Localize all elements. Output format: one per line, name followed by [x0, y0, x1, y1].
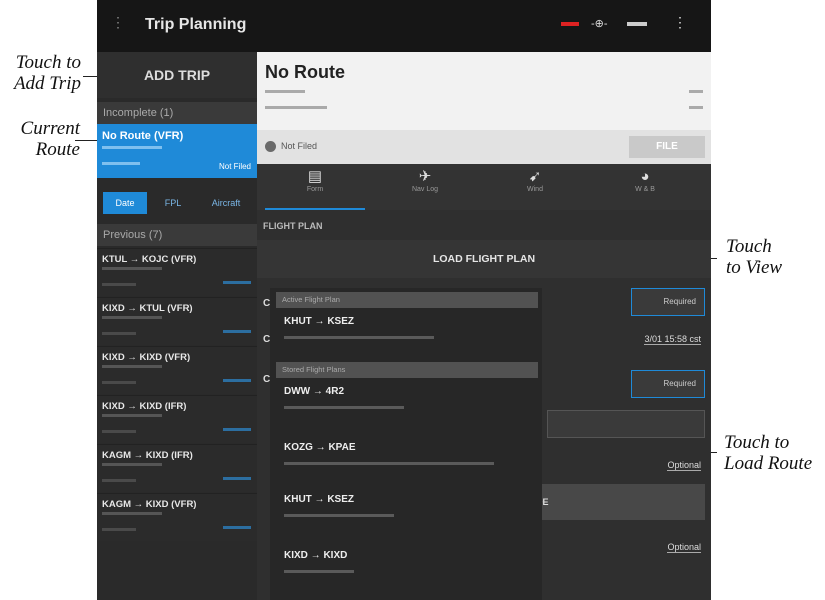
- tab-wind[interactable]: ➹ Wind: [485, 168, 585, 206]
- tab-fpl[interactable]: FPL: [151, 192, 195, 214]
- distance-label: [265, 90, 305, 93]
- filed-status: Not Filed: [281, 141, 318, 151]
- optional-link[interactable]: Optional: [667, 542, 701, 553]
- eta-value: [689, 106, 703, 109]
- form-field[interactable]: Required: [631, 370, 705, 398]
- optional-link[interactable]: Optional: [667, 460, 701, 471]
- list-item[interactable]: DWW → 4R2: [276, 380, 538, 426]
- overflow-menu-icon[interactable]: ⋮: [673, 14, 687, 31]
- current-route-status: Not Filed: [218, 162, 251, 171]
- load-route-callout: Touch to Load Route: [724, 432, 813, 474]
- route-detail-line: [102, 146, 162, 149]
- menu-icon[interactable]: ⋮: [111, 14, 125, 34]
- stored-plans-heading: Stored Flight Plans: [276, 362, 538, 378]
- trip-sidebar: ADD TRIP Incomplete (1) No Route (VFR) N…: [97, 52, 257, 600]
- list-item[interactable]: KIXD → KIXD (IFR): [97, 395, 257, 443]
- not-filed-icon: [265, 141, 276, 152]
- active-plan-heading: Active Flight Plan: [276, 292, 538, 308]
- top-bar: ⋮ Trip Planning -⊕- ⋮: [97, 0, 711, 52]
- airport-icon[interactable]: -⊕-: [591, 17, 608, 30]
- current-route-leader: [75, 140, 99, 141]
- form-field[interactable]: Required: [631, 288, 705, 316]
- add-trip-callout: Touch to Add Trip: [13, 52, 81, 94]
- load-flight-plan-button[interactable]: LOAD FLIGHT PLAN: [257, 240, 711, 278]
- nav-log-icon: ✈: [418, 168, 432, 185]
- list-item[interactable]: KHUT → KSEZ: [276, 488, 538, 534]
- trip-planning-app: ⋮ Trip Planning -⊕- ⋮ ADD TRIP Incomplet…: [97, 0, 711, 600]
- flight-plan-heading: FLIGHT PLAN: [263, 221, 323, 231]
- tab-aircraft[interactable]: Aircraft: [199, 192, 253, 214]
- list-item[interactable]: KAGM → KIXD (IFR): [97, 444, 257, 492]
- list-item[interactable]: KHUT → KSEZ: [276, 310, 538, 356]
- filing-status-bar: Not Filed FILE: [257, 130, 711, 164]
- wind-icon: ➹: [528, 168, 542, 185]
- tab-nav-log[interactable]: ✈ Nav Log: [375, 168, 475, 206]
- departure-time-link[interactable]: 3/01 15:58 cst: [644, 334, 701, 345]
- file-button[interactable]: FILE: [629, 136, 705, 158]
- aside-box[interactable]: ASIDE: [515, 484, 705, 520]
- add-trip-button[interactable]: ADD TRIP: [97, 52, 257, 98]
- route-title: No Route: [265, 62, 345, 82]
- tab-form[interactable]: ▤ Form: [265, 168, 365, 210]
- route-detail-line: [102, 162, 140, 165]
- ete-value: [689, 90, 703, 93]
- view-callout: Touch to View: [726, 236, 783, 278]
- trip-detail-panel: No Route Not Filed FILE ▤ Form ✈ Nav Log…: [257, 52, 711, 600]
- sync-status-icon[interactable]: [627, 22, 647, 26]
- flight-plan-icon: ▤: [307, 168, 323, 185]
- list-item[interactable]: KTUL → KOJC (VFR): [97, 248, 257, 296]
- tab-date[interactable]: Date: [103, 192, 147, 214]
- red-indicator-icon[interactable]: [561, 22, 579, 26]
- sort-tabs: Date FPL Aircraft: [97, 188, 257, 218]
- list-item[interactable]: KIXD → KIXD: [276, 544, 538, 590]
- current-route-callout: Current Route: [20, 118, 80, 160]
- list-item[interactable]: KIXD → KTUL (VFR): [97, 297, 257, 345]
- required-fuel-label: [265, 106, 327, 109]
- detail-tabs: ▤ Form ✈ Nav Log ➹ Wind ◕ W & B: [257, 164, 711, 210]
- tab-weight-balance[interactable]: ◕ W & B: [595, 168, 695, 206]
- list-item[interactable]: KIXD → KIXD (VFR): [97, 346, 257, 394]
- list-item[interactable]: KAGM → KIXD (VFR): [97, 493, 257, 541]
- load-flight-plan-dropdown: Active Flight Plan KHUT → KSEZ Stored Fl…: [270, 288, 542, 600]
- previous-heading: Previous (7): [97, 224, 257, 246]
- incomplete-heading: Incomplete (1): [97, 102, 257, 124]
- page-title: Trip Planning: [145, 16, 247, 33]
- route-header: No Route: [257, 52, 711, 130]
- current-route-item[interactable]: No Route (VFR) Not Filed: [97, 124, 257, 178]
- current-route-title: No Route (VFR): [102, 130, 184, 142]
- form-field[interactable]: [547, 410, 705, 438]
- list-item[interactable]: KOZG → KPAE: [276, 436, 538, 482]
- weight-balance-icon: ◕: [640, 168, 650, 185]
